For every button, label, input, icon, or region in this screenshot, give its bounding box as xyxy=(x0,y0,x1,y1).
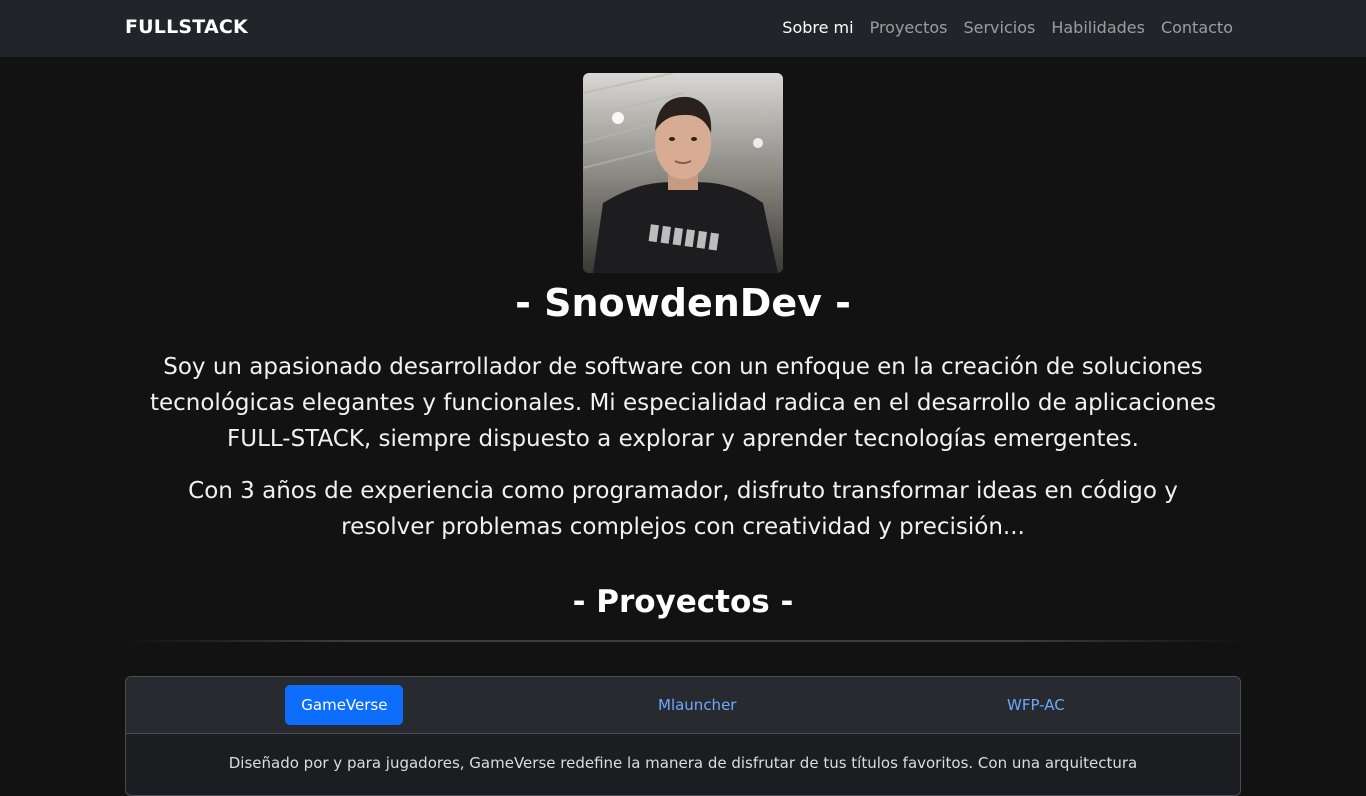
projects-section-title: - Proyectos - xyxy=(572,584,794,620)
about-paragraph-1: Soy un apasionado desarrollador de softw… xyxy=(149,354,1217,452)
profile-photo: ▮▮▮▮▮▮ xyxy=(583,73,783,273)
about-paragraph-2: Con 3 años de experiencia como programad… xyxy=(188,478,1178,540)
projects-tabs: GameVerse Mlauncher WFP-AC xyxy=(126,677,1240,734)
nav-link-proyectos[interactable]: Proyectos xyxy=(870,18,948,38)
nav-link-servicios[interactable]: Servicios xyxy=(963,18,1035,38)
projects-card: GameVerse Mlauncher WFP-AC Diseñado por … xyxy=(125,676,1241,796)
tab-mlauncher[interactable]: Mlauncher xyxy=(642,685,752,725)
nav-links: Sobre mi Proyectos Servicios Habilidades… xyxy=(782,18,1233,38)
profile-photo-illustration: ▮▮▮▮▮▮ xyxy=(583,73,783,273)
nav-link-sobre-mi[interactable]: Sobre mi xyxy=(782,18,853,38)
hero-name: - SnowdenDev - xyxy=(515,281,851,325)
project-description: Diseñado por y para jugadores, GameVerse… xyxy=(228,754,1138,772)
top-navbar: FULLSTACK Sobre mi Proyectos Servicios H… xyxy=(0,0,1366,57)
tab-gameverse[interactable]: GameVerse xyxy=(285,685,404,725)
nav-link-habilidades[interactable]: Habilidades xyxy=(1051,18,1145,38)
tab-wfp-ac[interactable]: WFP-AC xyxy=(991,685,1081,725)
section-divider xyxy=(125,640,1241,642)
brand-link[interactable]: FULLSTACK xyxy=(125,16,248,38)
nav-link-contacto[interactable]: Contacto xyxy=(1161,18,1233,38)
